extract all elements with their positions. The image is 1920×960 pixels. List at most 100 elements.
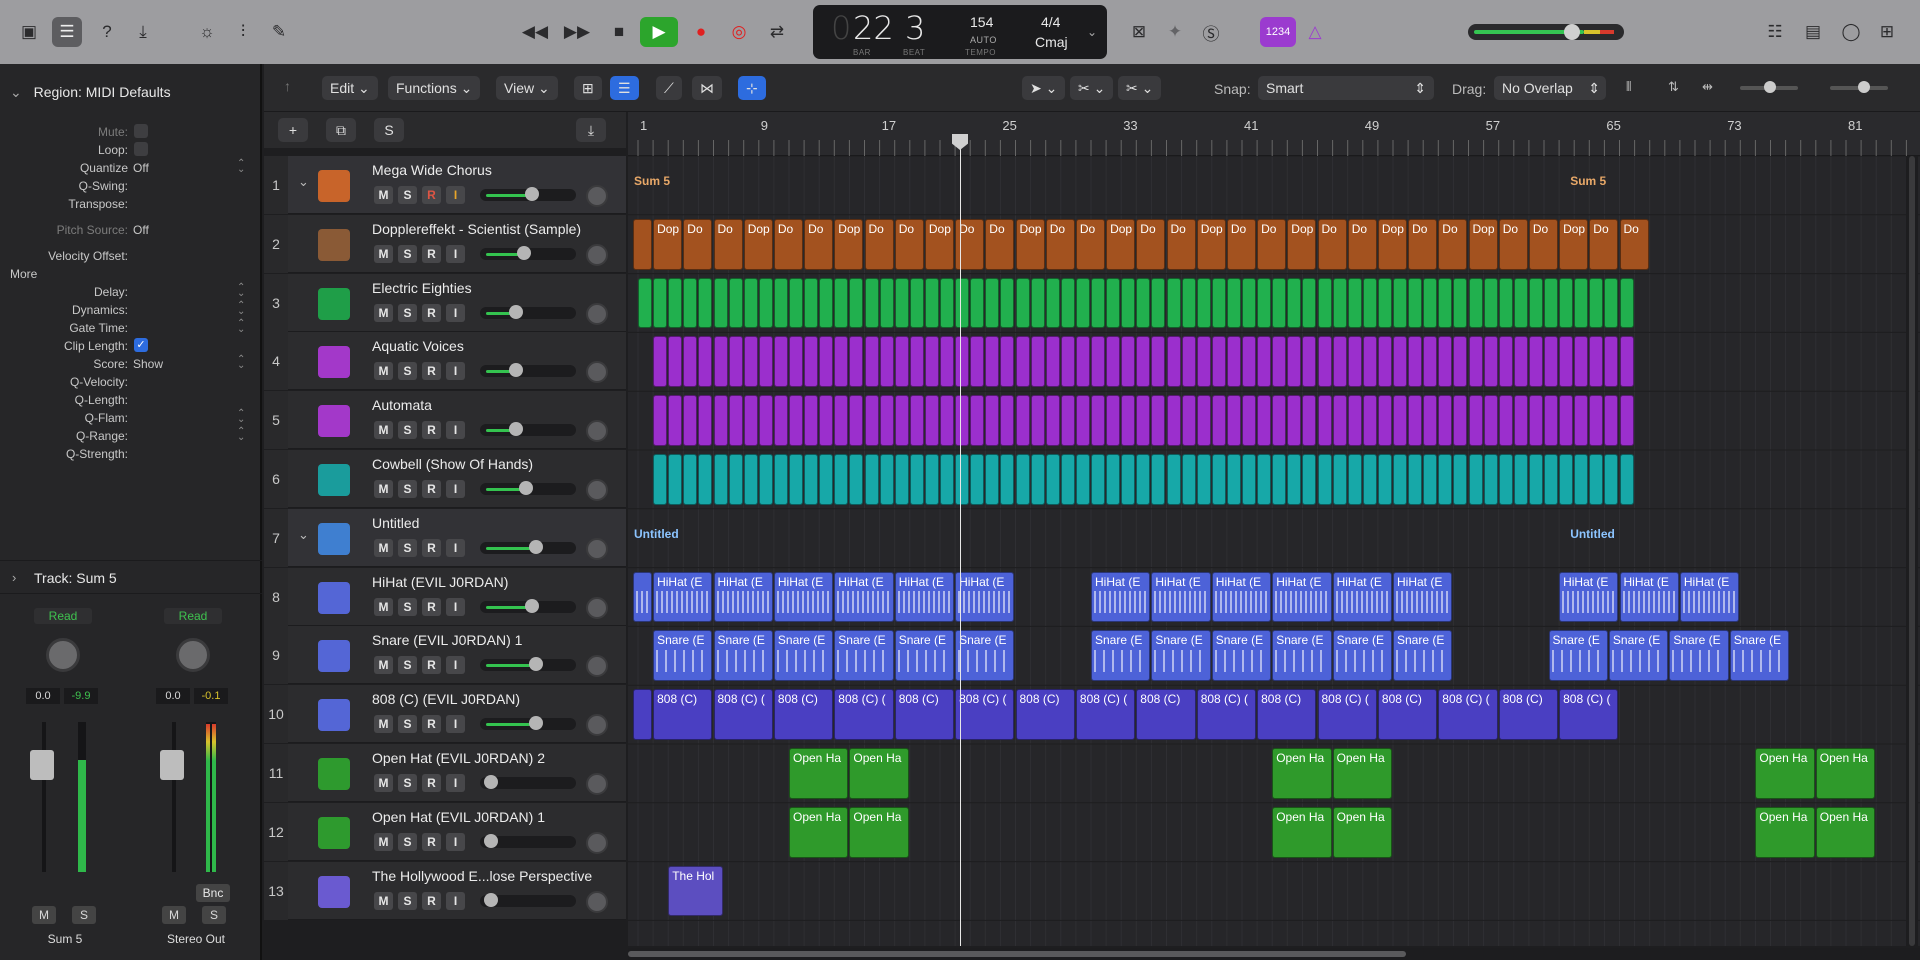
region[interactable]: Open Ha bbox=[1755, 806, 1815, 858]
quick-help-icon[interactable]: ? bbox=[92, 17, 122, 47]
region[interactable] bbox=[879, 395, 894, 446]
region[interactable] bbox=[1468, 395, 1483, 446]
region[interactable] bbox=[1589, 336, 1604, 388]
region[interactable] bbox=[1619, 395, 1634, 446]
region[interactable] bbox=[1317, 277, 1332, 329]
region[interactable] bbox=[1528, 277, 1543, 329]
region[interactable] bbox=[668, 277, 683, 329]
region[interactable]: HiHat (E bbox=[894, 571, 955, 623]
region[interactable] bbox=[758, 277, 773, 329]
mute-button[interactable]: M bbox=[374, 656, 393, 675]
region[interactable]: HiHat (E bbox=[955, 571, 1015, 623]
region[interactable] bbox=[1151, 395, 1166, 446]
region[interactable]: HiHat (E bbox=[1272, 571, 1332, 623]
region[interactable] bbox=[728, 336, 743, 388]
region[interactable] bbox=[1589, 277, 1604, 329]
region[interactable] bbox=[1498, 277, 1513, 329]
solo-button[interactable]: S bbox=[398, 597, 417, 616]
automation-icon[interactable]: ⟋ bbox=[656, 76, 682, 100]
region[interactable] bbox=[909, 454, 924, 505]
mute-button[interactable]: M bbox=[374, 244, 393, 263]
region[interactable] bbox=[1121, 277, 1136, 329]
automation-read-left[interactable]: Read bbox=[34, 608, 92, 624]
region[interactable] bbox=[1347, 336, 1362, 388]
region[interactable] bbox=[1015, 454, 1030, 505]
region[interactable] bbox=[683, 395, 698, 446]
region[interactable]: HiHat (E bbox=[1679, 571, 1740, 623]
volume-fader-right[interactable] bbox=[160, 750, 184, 780]
region[interactable] bbox=[668, 454, 683, 505]
region[interactable] bbox=[1483, 454, 1498, 505]
region[interactable]: Dop bbox=[1196, 218, 1226, 270]
mute-button[interactable]: M bbox=[374, 538, 393, 557]
region[interactable] bbox=[970, 336, 985, 388]
region[interactable]: 808 (C) bbox=[773, 689, 834, 740]
folder-region-label[interactable]: Untitled bbox=[634, 527, 679, 541]
region[interactable] bbox=[1136, 395, 1151, 446]
record-enable-button[interactable]: R bbox=[422, 832, 441, 851]
track-header[interactable]: 2 Dopplereffekt - Scientist (Sample) M S… bbox=[264, 214, 626, 273]
region[interactable] bbox=[1181, 277, 1196, 329]
folder-region-label[interactable]: Sum 5 bbox=[634, 174, 670, 188]
region[interactable] bbox=[834, 277, 849, 329]
region[interactable] bbox=[698, 454, 713, 505]
region[interactable] bbox=[804, 395, 819, 446]
region[interactable]: Do bbox=[985, 218, 1015, 270]
region[interactable]: Do bbox=[1226, 218, 1257, 270]
region[interactable] bbox=[1106, 277, 1121, 329]
pan-knob[interactable] bbox=[586, 185, 608, 207]
volume-slider[interactable] bbox=[480, 245, 576, 260]
region[interactable] bbox=[1317, 454, 1332, 505]
region[interactable] bbox=[1317, 395, 1332, 446]
volume-slider[interactable] bbox=[480, 775, 576, 789]
arrange-area[interactable]: Sum 5 Sum 5 Untitled Untitled Dop Do Do Dop Do Do… bbox=[628, 156, 1920, 946]
region[interactable]: HiHat (E bbox=[1393, 571, 1453, 623]
region[interactable] bbox=[1332, 277, 1347, 329]
region[interactable] bbox=[879, 336, 894, 388]
region[interactable]: Open Ha bbox=[789, 806, 849, 858]
browser-icon[interactable]: ⊞ bbox=[1872, 17, 1902, 47]
solo-button-right[interactable]: S bbox=[202, 906, 226, 924]
solo-button[interactable]: S bbox=[398, 891, 417, 910]
functions-menu[interactable]: Functions ⌄ bbox=[388, 76, 481, 100]
region[interactable]: 808 (C) bbox=[1136, 689, 1196, 740]
track-header[interactable]: 12 Open Hat (EVIL J0RDAN) 1 M S R I bbox=[264, 802, 626, 861]
track-name[interactable]: Untitled bbox=[372, 515, 419, 531]
region[interactable]: 808 (C) ( bbox=[713, 689, 773, 740]
track-name[interactable]: Automata bbox=[372, 397, 432, 413]
region[interactable]: Open Ha bbox=[849, 806, 909, 858]
pan-knob[interactable] bbox=[586, 890, 608, 913]
volume-slider[interactable] bbox=[480, 422, 576, 437]
track-name[interactable]: Electric Eighties bbox=[372, 280, 472, 296]
region[interactable] bbox=[773, 277, 788, 329]
region[interactable] bbox=[1151, 277, 1166, 329]
region[interactable] bbox=[1226, 454, 1241, 505]
folder-region-label[interactable]: Untitled bbox=[1570, 527, 1615, 541]
region[interactable] bbox=[1513, 395, 1528, 446]
region[interactable] bbox=[1136, 336, 1151, 388]
region[interactable]: 808 (C) bbox=[894, 689, 955, 740]
solo-button[interactable]: S bbox=[398, 774, 417, 792]
pointer-tool-icon[interactable]: ➤ ⌄ bbox=[1022, 76, 1066, 100]
region[interactable]: Snare (E bbox=[1548, 630, 1608, 682]
region[interactable] bbox=[1211, 277, 1226, 329]
inspector-row[interactable]: Mute: bbox=[0, 122, 262, 142]
solo-button[interactable]: S bbox=[398, 186, 417, 204]
region[interactable] bbox=[1000, 395, 1015, 446]
mute-button[interactable]: M bbox=[374, 891, 393, 910]
record-button[interactable]: ● bbox=[686, 17, 716, 47]
track-name[interactable]: HiHat (EVIL J0RDAN) bbox=[372, 574, 508, 590]
region[interactable] bbox=[1302, 454, 1317, 505]
region[interactable] bbox=[1604, 336, 1619, 388]
region[interactable] bbox=[713, 395, 728, 446]
region[interactable] bbox=[1377, 395, 1392, 446]
region[interactable]: 808 (C) bbox=[653, 689, 713, 740]
region[interactable] bbox=[970, 454, 985, 505]
region[interactable] bbox=[758, 336, 773, 388]
region[interactable]: Do bbox=[1045, 218, 1075, 270]
region[interactable] bbox=[1030, 277, 1045, 329]
region[interactable] bbox=[849, 395, 864, 446]
input-monitor-button[interactable]: I bbox=[446, 597, 465, 616]
region[interactable] bbox=[683, 336, 698, 388]
region[interactable]: HiHat (E bbox=[773, 571, 834, 623]
